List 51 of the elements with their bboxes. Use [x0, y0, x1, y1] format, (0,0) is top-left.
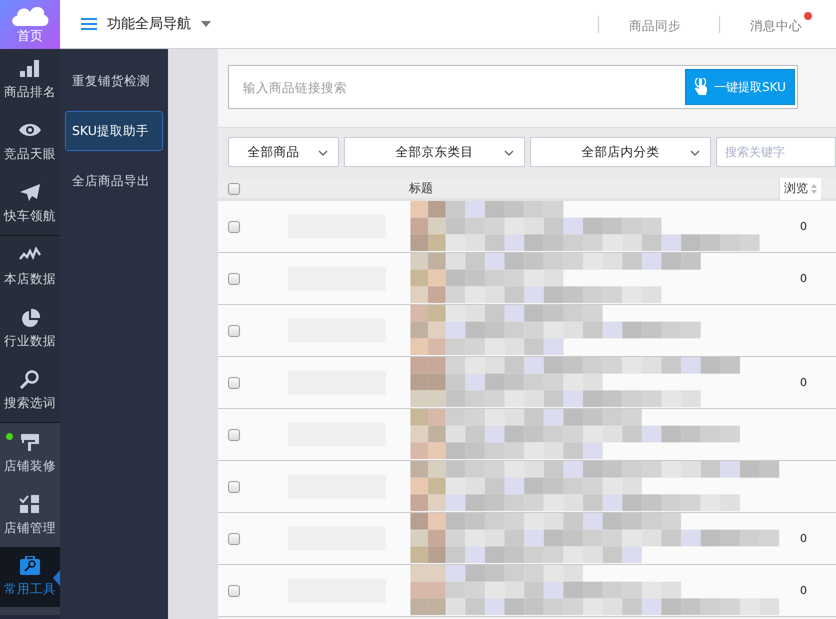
column-header: 标题	[409, 180, 434, 197]
sort-icon	[811, 184, 817, 194]
table-cell: 0	[800, 532, 807, 545]
home-label: 首页	[17, 28, 43, 45]
submenu-item[interactable]: SKU提取助手	[65, 111, 163, 151]
chevron-down-icon	[504, 150, 514, 156]
filter-dropdown[interactable]: 全部京东类目	[344, 137, 525, 167]
search-icon	[19, 370, 41, 389]
row-checkbox[interactable]	[228, 376, 240, 388]
menu-icon[interactable]	[81, 18, 97, 30]
nav-item[interactable]: 常用工具	[0, 548, 60, 606]
navigation-title[interactable]: 功能全局导航	[107, 15, 191, 33]
keyword-search-field[interactable]: 搜索关键字	[716, 137, 836, 167]
row-checkbox[interactable]	[228, 532, 240, 544]
nav-item[interactable]: 竞品天眼	[0, 111, 60, 173]
table-cell: 0	[800, 584, 807, 597]
nav-item[interactable]: 店铺装修	[0, 423, 60, 485]
row-checkbox[interactable]	[228, 480, 240, 492]
nav-item[interactable]: 本店数据	[0, 236, 60, 298]
pointing-hand-icon	[694, 78, 708, 96]
table-cell: 0	[800, 376, 807, 389]
row-checkbox[interactable]	[228, 272, 240, 284]
pie-chart-icon	[19, 308, 41, 327]
bar-chart-icon	[19, 59, 41, 78]
row-checkbox[interactable]	[228, 220, 240, 232]
column-header[interactable]: 浏览	[779, 178, 821, 200]
submenu-item[interactable]: 重复铺货检测	[65, 61, 163, 101]
chevron-down-icon	[318, 150, 328, 156]
toolbox-icon	[19, 556, 41, 575]
header-link[interactable]: 商品同步	[629, 14, 691, 34]
checklist-grid-icon	[19, 495, 41, 514]
filter-dropdown[interactable]: 全部商品	[228, 137, 339, 167]
home-logo-tile[interactable]: 首页	[0, 0, 60, 49]
table-cell: 0	[800, 220, 807, 233]
row-checkbox[interactable]	[228, 584, 240, 596]
dropdown-icon[interactable]	[201, 21, 211, 27]
nav-item[interactable]: 搜索选词	[0, 360, 60, 422]
chevron-down-icon	[690, 150, 700, 156]
nav-item[interactable]: 商品排名	[0, 49, 60, 111]
nav-item[interactable]: 快车领航	[0, 173, 60, 235]
paint-roller-icon	[19, 433, 41, 452]
filter-dropdown[interactable]: 全部店内分类	[530, 137, 711, 167]
submenu-item[interactable]: 全店商品导出	[65, 161, 163, 201]
table-cell: 0	[800, 272, 807, 285]
paper-plane-icon	[19, 183, 41, 202]
nav-item[interactable]: 行业数据	[0, 298, 60, 360]
nav-item[interactable]: 店铺管理	[0, 485, 60, 547]
header-link[interactable]: 消息中心	[750, 14, 812, 34]
row-checkbox[interactable]	[228, 324, 240, 336]
row-checkbox[interactable]	[228, 428, 240, 440]
select-all-checkbox[interactable]	[228, 182, 240, 194]
